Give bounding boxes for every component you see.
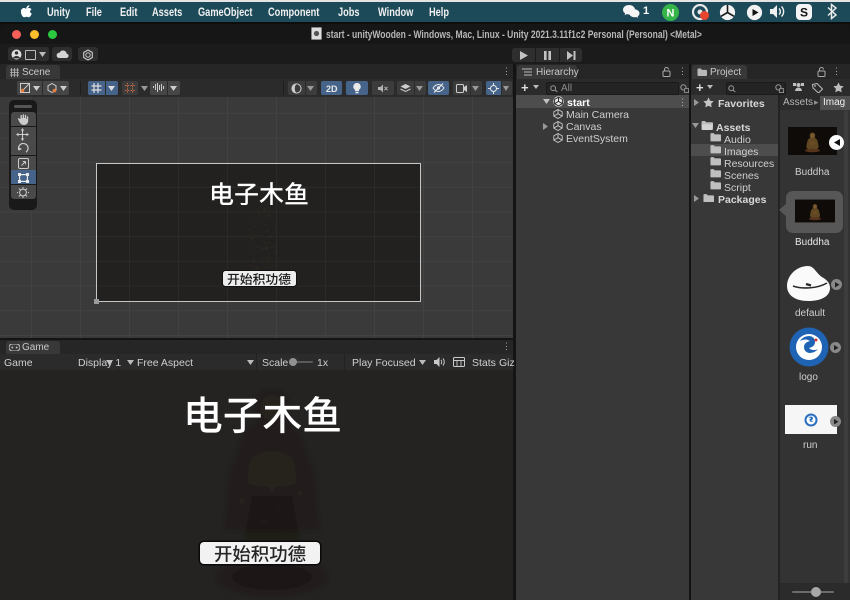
svg-text:S: S xyxy=(800,5,808,19)
svg-text:N: N xyxy=(667,7,675,19)
